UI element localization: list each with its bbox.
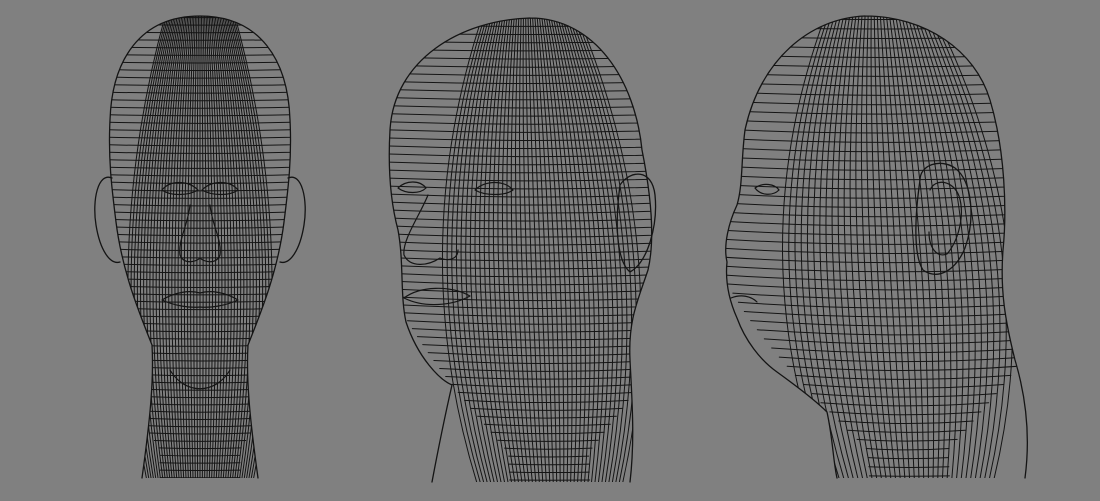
nose-three-quarter — [403, 194, 459, 265]
mesh-three-quarter — [389, 18, 652, 482]
mesh-meridian — [196, 16, 200, 478]
mesh-meridian — [870, 16, 897, 478]
eye-side — [754, 183, 780, 195]
mesh-meridian — [522, 18, 541, 482]
mesh-front — [109, 16, 291, 478]
head-three-quarter-view — [388, 17, 657, 483]
mesh-meridian — [879, 16, 911, 478]
head-three-quarter-outline — [388, 17, 653, 483]
mesh-meridian — [882, 16, 916, 478]
wireframe-viewport — [0, 0, 1100, 501]
mesh-meridian — [873, 16, 902, 478]
mouth-side — [730, 295, 758, 303]
mesh-meridian — [200, 16, 204, 478]
mesh-meridian — [891, 16, 929, 478]
head-side-view — [725, 15, 1028, 479]
head-front-view — [94, 15, 306, 479]
